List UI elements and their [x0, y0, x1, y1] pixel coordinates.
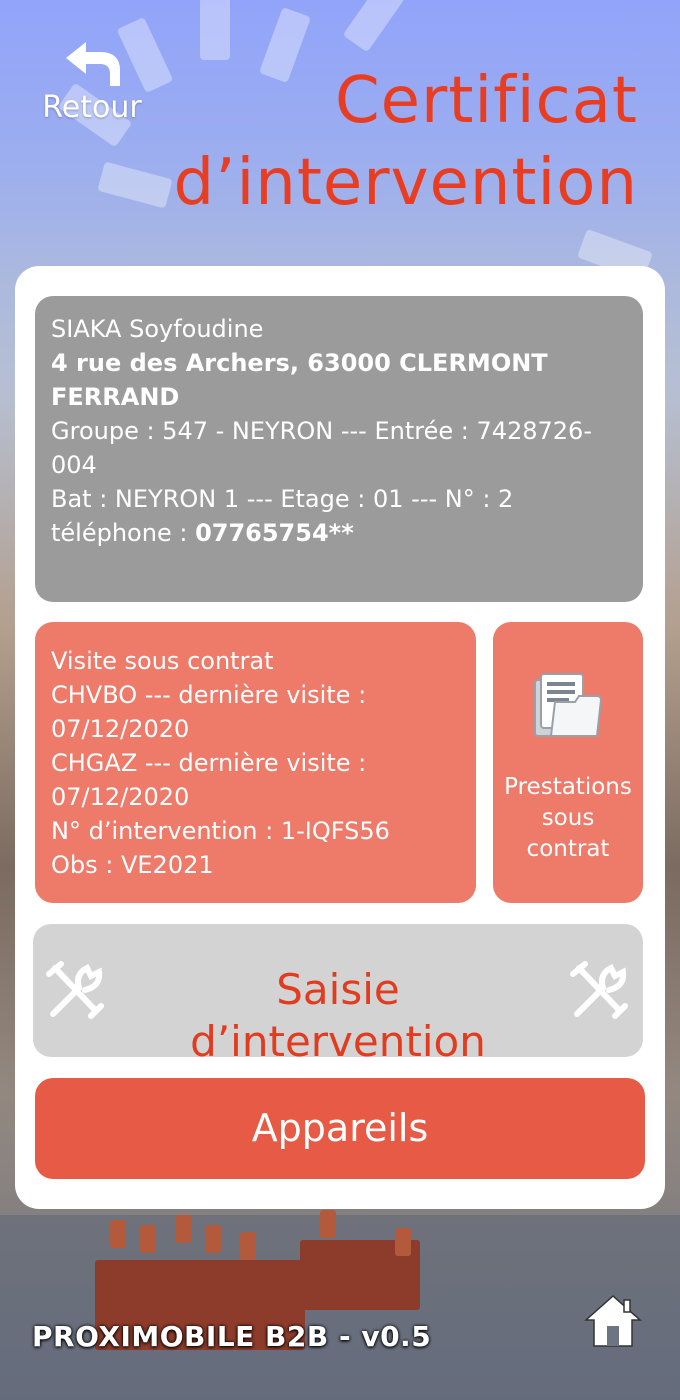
- client-phone: téléphone : 07765754**: [51, 516, 627, 550]
- page-title-line1: Certificat: [334, 64, 638, 138]
- intervention-number: N° d’intervention : 1-IQFS56: [51, 817, 390, 845]
- home-icon[interactable]: [584, 1294, 642, 1348]
- client-address: 4 rue des Archers, 63000 CLERMONT FERRAN…: [51, 349, 548, 411]
- phone-value[interactable]: 07765754**: [195, 519, 354, 547]
- folder-documents-icon: [534, 673, 603, 737]
- prestations-label: Prestations sous contrat: [504, 774, 632, 862]
- tools-icon: [570, 961, 628, 1019]
- visit-chvbo: CHVBO --- dernière visite : 07/12/2020: [51, 681, 367, 743]
- back-arrow-icon: [66, 42, 120, 86]
- visit-title: Visite sous contrat: [51, 647, 274, 675]
- visit-chgaz: CHGAZ --- dernière visite : 07/12/2020: [51, 749, 367, 811]
- page-title-line2: d’intervention: [173, 146, 638, 220]
- observation: Obs : VE2021: [51, 851, 214, 879]
- appareils-button[interactable]: Appareils: [35, 1078, 645, 1179]
- main-card: SIAKA Soyfoudine 4 rue des Archers, 6300…: [15, 266, 665, 1209]
- page-title: Certificat d’intervention: [118, 60, 638, 224]
- tools-icon: [46, 961, 104, 1019]
- prestations-button[interactable]: Prestations sous contrat: [493, 622, 643, 903]
- client-groupe: Groupe : 547 - NEYRON --- Entrée : 74287…: [51, 417, 592, 479]
- phone-label: téléphone :: [51, 519, 196, 547]
- app-version-label: PROXIMOBILE B2B - v0.5: [32, 1320, 432, 1353]
- saisie-intervention-label: Saisie d’intervention: [190, 965, 486, 1066]
- client-info-panel: SIAKA Soyfoudine 4 rue des Archers, 6300…: [35, 296, 643, 602]
- visit-contract-panel: Visite sous contrat CHVBO --- dernière v…: [35, 622, 476, 903]
- client-name: SIAKA Soyfoudine: [51, 315, 264, 343]
- saisie-intervention-button[interactable]: Saisie d’intervention: [33, 924, 643, 1066]
- client-bat: Bat : NEYRON 1 --- Etage : 01 --- N° : 2: [51, 485, 514, 513]
